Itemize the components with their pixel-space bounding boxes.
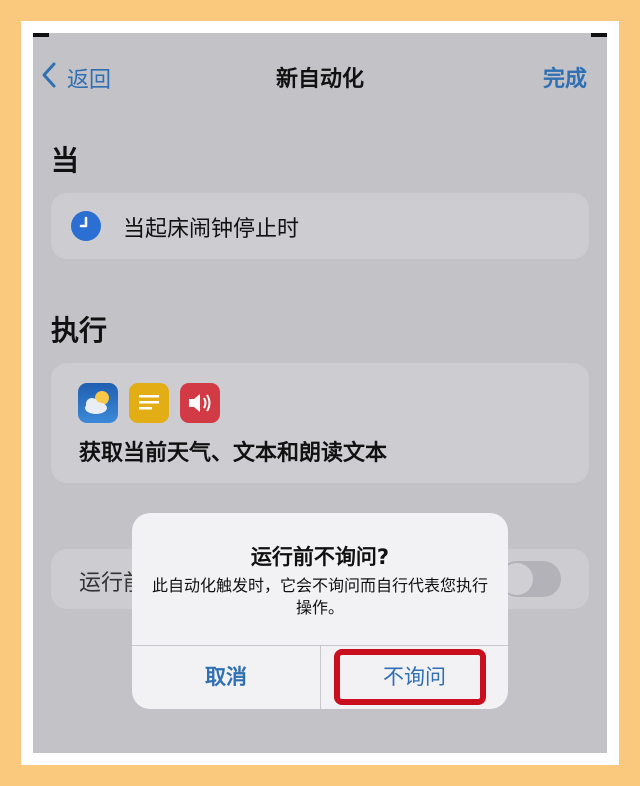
page-title: 新自动化 xyxy=(275,67,364,92)
trigger-label: 当起床闹钟停止时 xyxy=(123,217,300,242)
cancel-button[interactable]: 取消 xyxy=(132,646,320,709)
highlight-annotation-box xyxy=(334,649,486,705)
ask-before-running-toggle[interactable] xyxy=(499,561,561,597)
text-icon xyxy=(129,383,169,423)
clock-icon xyxy=(71,211,101,241)
trigger-card[interactable]: 当起床闹钟停止时 xyxy=(51,193,589,259)
weather-icon xyxy=(78,383,118,423)
action-summary: 获取当前天气、文本和朗读文本 xyxy=(79,441,388,466)
phone-screen: 返回 新自动化 完成 当 当起床闹钟停止时 执行 获取当前天气、文本和朗读文本 … xyxy=(33,33,607,753)
action-card[interactable]: 获取当前天气、文本和朗读文本 xyxy=(51,363,589,483)
speak-text-icon xyxy=(180,383,220,423)
do-section-title: 执行 xyxy=(51,314,108,347)
status-edge-right xyxy=(591,33,607,37)
done-button[interactable]: 完成 xyxy=(543,61,587,93)
when-section-title: 当 xyxy=(51,144,80,177)
alert-title: 运行前不询问? xyxy=(250,545,390,569)
alert-message: 此自动化触发时，它会不询问而自行代表您执行操作。 xyxy=(152,576,489,617)
navigation-bar: 返回 新自动化 完成 xyxy=(33,55,607,95)
status-edge-left xyxy=(33,33,49,37)
